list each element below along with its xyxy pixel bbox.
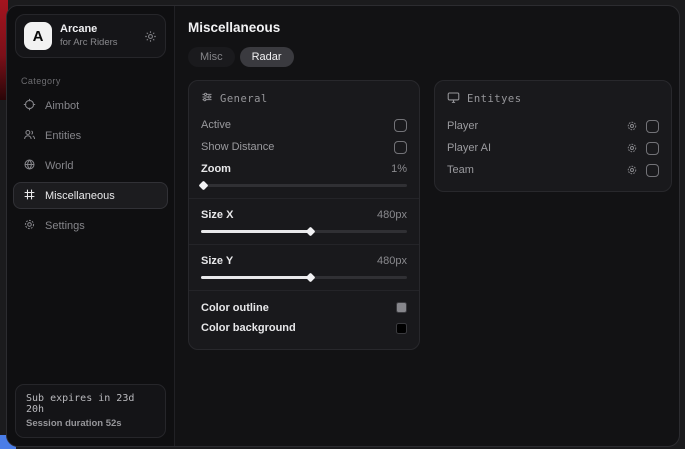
entities-card: Entityes Player Player AI bbox=[434, 80, 672, 192]
active-checkbox[interactable] bbox=[394, 119, 407, 132]
player-ai-checkbox[interactable] bbox=[646, 142, 659, 155]
slider-thumb[interactable] bbox=[306, 227, 316, 237]
sidebar-item-label: Miscellaneous bbox=[45, 190, 115, 202]
sidebar: A Arcane for Arc Riders Category Aimbot bbox=[7, 6, 175, 446]
player-row: Player bbox=[447, 115, 659, 137]
player-ai-row: Player AI bbox=[447, 137, 659, 159]
row-label: Zoom bbox=[201, 163, 231, 175]
color-outline-swatch[interactable] bbox=[396, 302, 407, 313]
gear-icon[interactable] bbox=[626, 120, 638, 132]
card-title: General bbox=[220, 93, 268, 105]
team-checkbox[interactable] bbox=[646, 164, 659, 177]
sidebar-nav: Aimbot Entities World bbox=[7, 92, 174, 239]
zoom-slider-group: Zoom 1% bbox=[201, 158, 407, 198]
team-row: Team bbox=[447, 159, 659, 181]
session-duration-text: Session duration 52s bbox=[26, 418, 155, 429]
gear-icon[interactable] bbox=[144, 30, 157, 43]
gear-icon[interactable] bbox=[626, 142, 638, 154]
row-label: Color outline bbox=[201, 302, 269, 314]
sidebar-item-miscellaneous[interactable]: Miscellaneous bbox=[13, 182, 168, 209]
page-title: Miscellaneous bbox=[188, 20, 672, 35]
row-label: Player AI bbox=[447, 142, 626, 154]
sliders-icon bbox=[201, 91, 213, 106]
monitor-icon bbox=[447, 91, 460, 107]
sidebar-item-label: Settings bbox=[45, 220, 85, 232]
app-logo: A bbox=[24, 22, 52, 50]
sidebar-item-settings[interactable]: Settings bbox=[13, 212, 168, 239]
crosshair-icon bbox=[23, 98, 36, 114]
player-checkbox[interactable] bbox=[646, 120, 659, 133]
tab-misc[interactable]: Misc bbox=[188, 47, 235, 67]
size-x-value: 480px bbox=[377, 209, 407, 221]
sidebar-item-label: World bbox=[45, 160, 74, 172]
zoom-value: 1% bbox=[391, 163, 407, 175]
app-window: A Arcane for Arc Riders Category Aimbot bbox=[6, 5, 680, 447]
zoom-slider[interactable] bbox=[201, 182, 407, 189]
size-y-slider-group: Size Y 480px bbox=[201, 245, 407, 290]
row-label: Team bbox=[447, 164, 626, 176]
tab-radar[interactable]: Radar bbox=[240, 47, 294, 67]
slider-thumb[interactable] bbox=[306, 273, 316, 283]
entities-icon bbox=[23, 128, 36, 144]
sidebar-item-label: Aimbot bbox=[45, 100, 79, 112]
size-x-slider-group: Size X 480px bbox=[201, 199, 407, 244]
row-label: Size Y bbox=[201, 255, 233, 267]
row-label: Color background bbox=[201, 322, 296, 334]
sidebar-item-aimbot[interactable]: Aimbot bbox=[13, 92, 168, 119]
globe-icon bbox=[23, 158, 36, 174]
tab-bar: Misc Radar bbox=[188, 47, 672, 67]
grid-icon bbox=[23, 188, 36, 204]
slider-thumb[interactable] bbox=[199, 181, 209, 191]
logo-card: A Arcane for Arc Riders bbox=[15, 14, 166, 58]
show-distance-checkbox[interactable] bbox=[394, 141, 407, 154]
main-content: Miscellaneous Misc Radar General Active bbox=[175, 6, 680, 446]
general-card: General Active Show Distance Zoom 1% bbox=[188, 80, 420, 350]
sidebar-item-label: Entities bbox=[45, 130, 81, 142]
size-y-slider[interactable] bbox=[201, 274, 407, 281]
app-name: Arcane bbox=[60, 23, 136, 37]
sidebar-item-entities[interactable]: Entities bbox=[13, 122, 168, 149]
gear-icon bbox=[23, 218, 36, 234]
active-row: Active bbox=[201, 114, 407, 136]
sub-expiry-text: Sub expires in 23d 20h bbox=[26, 393, 155, 415]
size-y-value: 480px bbox=[377, 255, 407, 267]
color-background-row: Color background bbox=[201, 317, 407, 339]
row-label: Player bbox=[447, 120, 626, 132]
color-background-swatch[interactable] bbox=[396, 323, 407, 334]
show-distance-row: Show Distance bbox=[201, 136, 407, 158]
gear-icon[interactable] bbox=[626, 164, 638, 176]
row-label: Show Distance bbox=[201, 141, 274, 153]
row-label: Size X bbox=[201, 209, 233, 221]
color-outline-row: Color outline bbox=[201, 291, 407, 317]
subscription-info-card: Sub expires in 23d 20h Session duration … bbox=[15, 384, 166, 438]
card-title: Entityes bbox=[467, 93, 522, 105]
app-subtitle: for Arc Riders bbox=[60, 37, 136, 49]
category-label: Category bbox=[21, 76, 174, 86]
row-label: Active bbox=[201, 119, 231, 131]
size-x-slider[interactable] bbox=[201, 228, 407, 235]
sidebar-item-world[interactable]: World bbox=[13, 152, 168, 179]
